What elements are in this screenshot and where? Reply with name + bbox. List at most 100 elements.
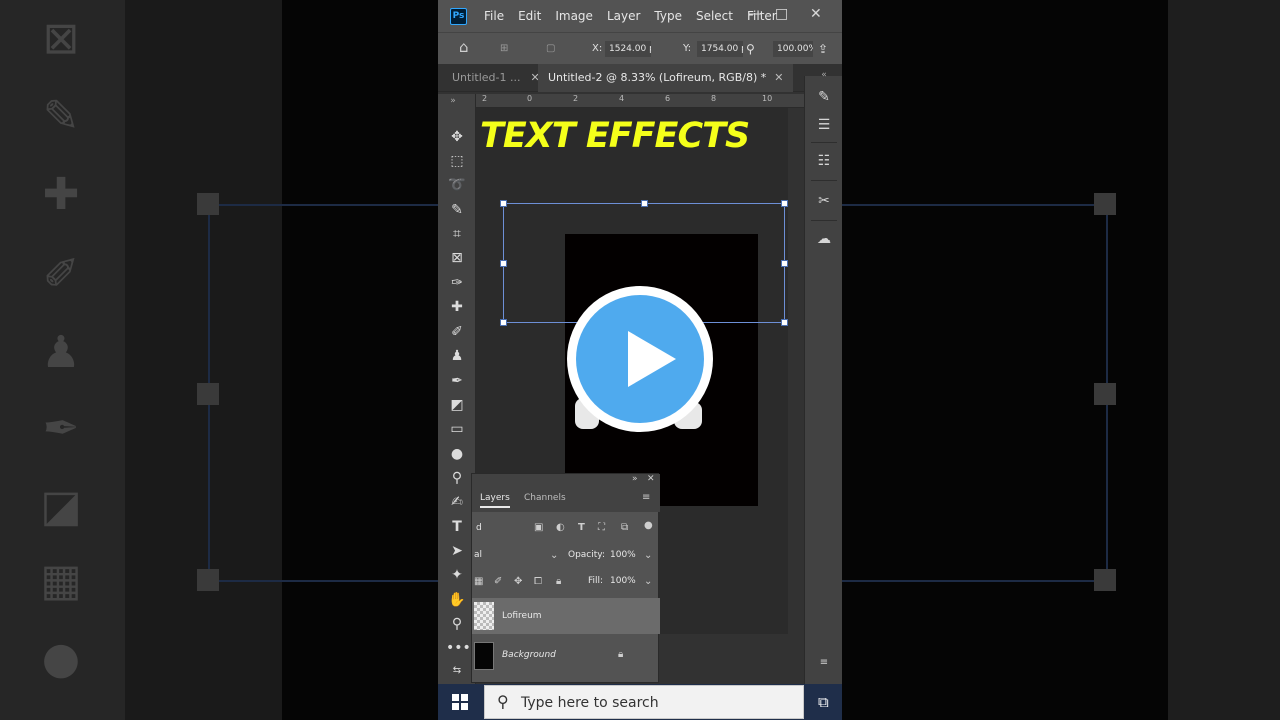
- shape-icon[interactable]: ✦: [446, 564, 468, 586]
- more-icon[interactable]: •••: [446, 637, 471, 659]
- tab-untitled-2[interactable]: Untitled-2 @ 8.33% (Lofireum, RGB/8) * ✕: [538, 64, 794, 92]
- panel-menu-icon[interactable]: ≡: [813, 652, 835, 674]
- lock-position-icon[interactable]: ✥: [514, 576, 522, 587]
- history-brush-icon[interactable]: ✒: [446, 370, 468, 392]
- filter-type-icon[interactable]: T: [578, 522, 585, 533]
- brush-icon[interactable]: ✐: [446, 321, 468, 343]
- adjustments-icon[interactable]: ☰: [813, 114, 835, 136]
- transform-handle[interactable]: [500, 260, 507, 267]
- filter-shape-icon[interactable]: ⛶: [598, 522, 605, 533]
- lock-pixels-icon[interactable]: ✐: [494, 576, 502, 587]
- layer-name[interactable]: Background: [502, 650, 556, 660]
- filter-kind-select[interactable]: d: [476, 523, 482, 533]
- filter-smart-object-icon[interactable]: ⧉: [621, 522, 628, 533]
- menu-image[interactable]: Image: [555, 9, 593, 23]
- collapse-panel-icon[interactable]: »: [632, 474, 638, 484]
- zoom-icon[interactable]: ⚲: [746, 41, 755, 57]
- photoshop-logo-icon: Ps: [450, 7, 467, 25]
- filter-pixel-icon[interactable]: ▣: [534, 522, 543, 533]
- transform-handle[interactable]: [781, 319, 788, 326]
- filter-toggle-icon[interactable]: ●: [644, 520, 653, 531]
- layers-panel-tabs: Layers Channels ≡: [472, 488, 660, 512]
- home-icon[interactable]: ⌂: [459, 39, 469, 55]
- y-position-field[interactable]: 1754.00 px: [697, 41, 743, 57]
- swap-colors-icon[interactable]: ⇆: [446, 660, 468, 682]
- chevron-down-icon[interactable]: ⌄: [644, 576, 652, 587]
- checkbox-icon[interactable]: ▢: [546, 41, 555, 57]
- type-icon[interactable]: T: [446, 516, 468, 538]
- chevron-down-icon[interactable]: ⌄: [644, 550, 652, 561]
- start-tile: [461, 703, 468, 710]
- ruler-tick: 2: [482, 94, 488, 103]
- filter-adjustment-icon[interactable]: ◐: [556, 522, 565, 533]
- layer-row-background[interactable]: Background 🔒︎: [472, 638, 660, 674]
- maximize-icon[interactable]: □: [775, 6, 788, 22]
- marquee-icon[interactable]: ⬚: [446, 150, 468, 172]
- transform-handle[interactable]: [781, 200, 788, 207]
- tab-close-icon[interactable]: ✕: [774, 71, 783, 84]
- gradient-icon[interactable]: ▭: [446, 418, 468, 440]
- panel-menu-icon[interactable]: ≡: [642, 492, 650, 503]
- layer-row-lofireum[interactable]: Lofireum: [472, 598, 660, 634]
- brush-settings-icon[interactable]: ✎: [813, 86, 835, 108]
- tools-panel-icon[interactable]: ✂: [813, 190, 835, 212]
- lock-all-icon[interactable]: 🔒︎: [556, 576, 561, 587]
- lasso-icon[interactable]: ➰: [446, 174, 468, 196]
- zoom-icon[interactable]: ⚲: [446, 613, 468, 635]
- transform-handle[interactable]: [500, 319, 507, 326]
- lock-artboard-icon[interactable]: ⧠: [534, 576, 542, 587]
- transform-handle[interactable]: [500, 200, 507, 207]
- menu-edit[interactable]: Edit: [518, 9, 541, 23]
- quick-select-icon[interactable]: ✎: [446, 199, 468, 221]
- reference-point-icon[interactable]: ⊞: [500, 41, 508, 57]
- ruler-tick: 4: [619, 94, 625, 103]
- stamp-icon[interactable]: ♟: [446, 345, 468, 367]
- tab-channels[interactable]: Channels: [524, 493, 566, 503]
- search-placeholder: Type here to search: [521, 695, 659, 711]
- blur-icon[interactable]: ●: [446, 443, 468, 465]
- share-icon[interactable]: ⇪: [818, 41, 828, 57]
- taskbar-search-box[interactable]: ⚲ Type here to search: [484, 685, 804, 719]
- blend-mode-select[interactable]: al: [474, 550, 558, 566]
- fill-field[interactable]: 100%: [610, 576, 636, 586]
- collapse-icon[interactable]: »: [442, 90, 464, 112]
- hand-icon[interactable]: ✋: [446, 589, 468, 611]
- pen-icon[interactable]: ✍: [446, 491, 468, 513]
- tab-untitled-1[interactable]: Untitled-1 ... ✕: [452, 64, 540, 92]
- eraser-icon[interactable]: ◩: [446, 394, 468, 416]
- tab-layers[interactable]: Layers: [480, 493, 510, 508]
- properties-icon[interactable]: ☷: [813, 150, 835, 172]
- cc-libraries-icon[interactable]: ☁: [813, 228, 835, 250]
- move-icon[interactable]: ✥: [446, 126, 468, 148]
- dodge-icon[interactable]: ⚲: [446, 467, 468, 489]
- transform-handle[interactable]: [641, 200, 648, 207]
- close-icon[interactable]: ✕: [810, 6, 822, 22]
- task-view-icon[interactable]: ⧉: [818, 693, 829, 711]
- blurred-background-right: [842, 0, 1280, 720]
- lock-transparent-icon[interactable]: ▦: [474, 576, 483, 587]
- eyedropper-icon[interactable]: ✑: [446, 272, 468, 294]
- lock-icon[interactable]: 🔒︎: [618, 649, 623, 660]
- menu-type[interactable]: Type: [654, 9, 682, 23]
- menu-file[interactable]: File: [484, 9, 504, 23]
- x-position-field[interactable]: 1524.00 px: [605, 41, 651, 57]
- expand-panels-icon[interactable]: «: [813, 64, 835, 86]
- menu-select[interactable]: Select: [696, 9, 733, 23]
- crop-icon[interactable]: ⌗: [446, 223, 468, 245]
- zoom-field[interactable]: 100.00%: [773, 41, 813, 57]
- opacity-field[interactable]: 100%: [610, 550, 636, 560]
- transform-handle[interactable]: [781, 260, 788, 267]
- panel-separator: [811, 142, 837, 143]
- blurred-healing-icon: ✚: [42, 169, 80, 220]
- minimize-icon[interactable]: —: [748, 6, 762, 22]
- path-select-icon[interactable]: ➤: [446, 540, 468, 562]
- healing-icon[interactable]: ✚: [446, 296, 468, 318]
- frame-icon[interactable]: ⊠: [446, 247, 468, 269]
- blurred-bbox-bottom: [842, 580, 1108, 582]
- close-panel-icon[interactable]: ✕: [647, 474, 655, 484]
- menu-layer[interactable]: Layer: [607, 9, 640, 23]
- play-button[interactable]: [567, 286, 713, 432]
- windows-start-icon[interactable]: [452, 694, 468, 710]
- layer-name[interactable]: Lofireum: [502, 611, 542, 621]
- blurred-handle: [197, 193, 219, 215]
